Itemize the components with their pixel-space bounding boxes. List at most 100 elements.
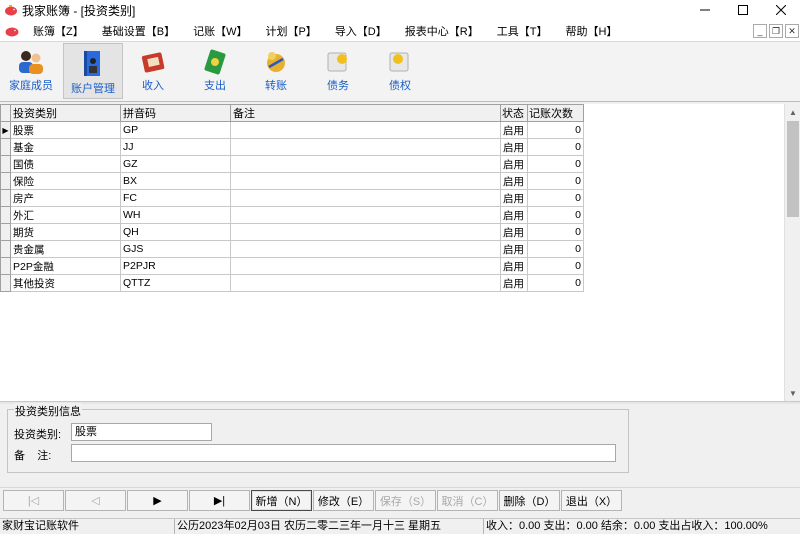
minimize-button[interactable] bbox=[686, 0, 724, 20]
cell-pinyin[interactable]: WH bbox=[120, 206, 231, 224]
cell-category[interactable]: 期货 bbox=[10, 223, 121, 241]
cell-note[interactable] bbox=[230, 138, 501, 156]
scrollbar-thumb[interactable] bbox=[787, 121, 799, 217]
account-management-button[interactable]: 账户管理 bbox=[63, 43, 123, 99]
cell-count[interactable]: 0 bbox=[527, 189, 584, 207]
mdi-restore-button[interactable]: ❐ bbox=[769, 24, 783, 38]
cell-status[interactable]: 启用 bbox=[500, 223, 528, 241]
cell-category[interactable]: 基金 bbox=[10, 138, 121, 156]
cell-pinyin[interactable]: JJ bbox=[120, 138, 231, 156]
exit-button[interactable]: 退出（X） bbox=[561, 490, 622, 511]
cell-status[interactable]: 启用 bbox=[500, 155, 528, 173]
last-record-button[interactable]: ▶| bbox=[189, 490, 250, 511]
cell-count[interactable]: 0 bbox=[527, 121, 584, 139]
menu-bookkeeping[interactable]: 记账【W】 bbox=[184, 23, 256, 39]
mdi-minimize-button[interactable]: _ bbox=[753, 24, 767, 38]
cell-pinyin[interactable]: P2PJR bbox=[120, 257, 231, 275]
category-input[interactable]: 股票 bbox=[71, 423, 212, 441]
expense-button[interactable]: 支出 bbox=[185, 43, 245, 99]
cell-note[interactable] bbox=[230, 223, 501, 241]
column-header-pinyin[interactable]: 拼音码 bbox=[120, 104, 231, 122]
table-row[interactable]: 国债 GZ 启用 0 bbox=[0, 155, 584, 173]
table-row[interactable]: 其他投资 QTTZ 启用 0 bbox=[0, 274, 584, 292]
previous-record-button[interactable]: ◁ bbox=[65, 490, 126, 511]
delete-button[interactable]: 删除（D） bbox=[499, 490, 560, 511]
cell-note[interactable] bbox=[230, 274, 501, 292]
table-row[interactable]: 期货 QH 启用 0 bbox=[0, 223, 584, 241]
menu-ledger[interactable]: 账簿【Z】 bbox=[24, 23, 93, 39]
table-row[interactable]: 外汇 WH 启用 0 bbox=[0, 206, 584, 224]
table-row[interactable]: P2P金融 P2PJR 启用 0 bbox=[0, 257, 584, 275]
cell-category[interactable]: 其他投资 bbox=[10, 274, 121, 292]
vertical-scrollbar[interactable]: ▲ ▼ bbox=[784, 104, 800, 401]
column-header-count[interactable]: 记账次数 bbox=[527, 104, 584, 122]
cell-note[interactable] bbox=[230, 121, 501, 139]
cell-count[interactable]: 0 bbox=[527, 172, 584, 190]
cell-status[interactable]: 启用 bbox=[500, 121, 528, 139]
cell-note[interactable] bbox=[230, 240, 501, 258]
cell-pinyin[interactable]: QH bbox=[120, 223, 231, 241]
cell-count[interactable]: 0 bbox=[527, 274, 584, 292]
cell-status[interactable]: 启用 bbox=[500, 189, 528, 207]
table-row[interactable]: 保险 BX 启用 0 bbox=[0, 172, 584, 190]
investment-category-grid[interactable]: 投资类别 拼音码 备注 状态 记账次数 ▶ 股票 GP 启用 0 基金 JJ 启用 0 国债 GZ 启… bbox=[0, 104, 784, 401]
note-input[interactable] bbox=[71, 444, 616, 462]
edit-button[interactable]: 修改（E） bbox=[313, 490, 374, 511]
scroll-up-arrow-icon[interactable]: ▲ bbox=[785, 104, 800, 120]
column-header-status[interactable]: 状态 bbox=[500, 104, 528, 122]
credit-button[interactable]: 债权 bbox=[370, 43, 430, 99]
cell-category[interactable]: 房产 bbox=[10, 189, 121, 207]
cell-note[interactable] bbox=[230, 172, 501, 190]
cell-category[interactable]: 贵金属 bbox=[10, 240, 121, 258]
cell-status[interactable]: 启用 bbox=[500, 274, 528, 292]
splitter[interactable] bbox=[0, 401, 800, 404]
new-button[interactable]: 新增（N） bbox=[251, 490, 312, 511]
menu-reports[interactable]: 报表中心【R】 bbox=[396, 23, 488, 39]
menu-basic-settings[interactable]: 基础设置【B】 bbox=[93, 23, 184, 39]
menu-plan[interactable]: 计划【P】 bbox=[256, 23, 325, 39]
cell-note[interactable] bbox=[230, 189, 501, 207]
cell-status[interactable]: 启用 bbox=[500, 257, 528, 275]
cell-count[interactable]: 0 bbox=[527, 138, 584, 156]
scroll-down-arrow-icon[interactable]: ▼ bbox=[785, 385, 800, 401]
cancel-button[interactable]: 取消（C） bbox=[437, 490, 498, 511]
first-record-button[interactable]: |◁ bbox=[3, 490, 64, 511]
debt-button[interactable]: 债务 bbox=[308, 43, 368, 99]
maximize-button[interactable] bbox=[724, 0, 762, 20]
cell-category[interactable]: 保险 bbox=[10, 172, 121, 190]
cell-count[interactable]: 0 bbox=[527, 206, 584, 224]
cell-status[interactable]: 启用 bbox=[500, 138, 528, 156]
transfer-button[interactable]: 转账 bbox=[246, 43, 306, 99]
table-row[interactable]: ▶ 股票 GP 启用 0 bbox=[0, 121, 584, 139]
cell-note[interactable] bbox=[230, 257, 501, 275]
cell-count[interactable]: 0 bbox=[527, 223, 584, 241]
cell-pinyin[interactable]: QTTZ bbox=[120, 274, 231, 292]
menu-import[interactable]: 导入【D】 bbox=[326, 23, 396, 39]
cell-count[interactable]: 0 bbox=[527, 257, 584, 275]
column-header-category[interactable]: 投资类别 bbox=[10, 104, 121, 122]
menu-help[interactable]: 帮助【H】 bbox=[556, 23, 626, 39]
cell-category[interactable]: 外汇 bbox=[10, 206, 121, 224]
close-button[interactable] bbox=[762, 0, 800, 20]
cell-category[interactable]: 股票 bbox=[10, 121, 121, 139]
mdi-close-button[interactable]: ✕ bbox=[785, 24, 799, 38]
cell-status[interactable]: 启用 bbox=[500, 240, 528, 258]
cell-pinyin[interactable]: GZ bbox=[120, 155, 231, 173]
table-row[interactable]: 房产 FC 启用 0 bbox=[0, 189, 584, 207]
cell-category[interactable]: P2P金融 bbox=[10, 257, 121, 275]
cell-pinyin[interactable]: FC bbox=[120, 189, 231, 207]
cell-pinyin[interactable]: GJS bbox=[120, 240, 231, 258]
cell-pinyin[interactable]: GP bbox=[120, 121, 231, 139]
column-header-note[interactable]: 备注 bbox=[230, 104, 501, 122]
cell-category[interactable]: 国债 bbox=[10, 155, 121, 173]
save-button[interactable]: 保存（S） bbox=[375, 490, 436, 511]
cell-status[interactable]: 启用 bbox=[500, 172, 528, 190]
table-row[interactable]: 贵金属 GJS 启用 0 bbox=[0, 240, 584, 258]
next-record-button[interactable]: ▶ bbox=[127, 490, 188, 511]
family-members-button[interactable]: 家庭成员 bbox=[1, 43, 61, 99]
cell-note[interactable] bbox=[230, 206, 501, 224]
cell-note[interactable] bbox=[230, 155, 501, 173]
menu-tools[interactable]: 工具【T】 bbox=[488, 23, 557, 39]
cell-status[interactable]: 启用 bbox=[500, 206, 528, 224]
cell-pinyin[interactable]: BX bbox=[120, 172, 231, 190]
